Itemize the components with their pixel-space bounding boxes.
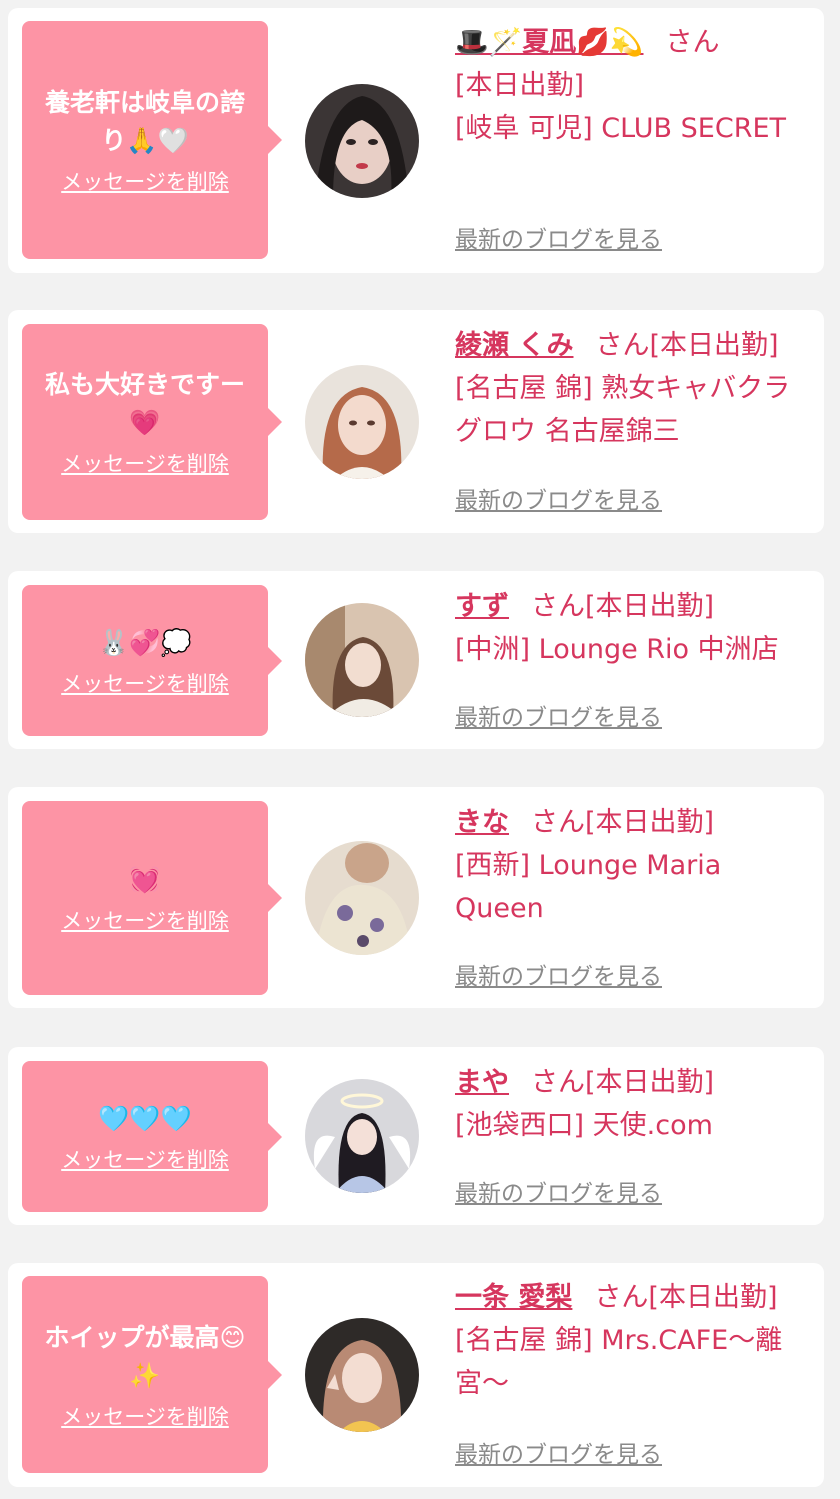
san-suffix: さん <box>665 27 720 58</box>
san-suffix: さん <box>531 1067 585 1098</box>
message-bubble: 🩵🩵🩵 メッセージを削除 <box>22 1061 282 1212</box>
shop-name: [中洲] Lounge Rio 中洲店 <box>455 634 779 665</box>
message-text: ホイップが最高😊✨ <box>44 1322 246 1390</box>
message-list: 養老軒は岐阜の誇り🙏🤍 メッセージを削除 🎩🪄夏凪💋💫 さん [本日出勤] [岐阜… <box>0 0 840 1499</box>
message-card: 💓 メッセージを削除 きな さん[本日出勤] [西新] Lounge Maria … <box>8 787 824 1008</box>
cast-name[interactable]: 🎩🪄夏凪💋💫 <box>455 27 643 58</box>
message-card: ホイップが最高😊✨ メッセージを削除 一条 愛梨 さん[本日出勤] [名古屋 錦]… <box>8 1263 824 1487</box>
cast-name[interactable]: すず <box>455 591 509 622</box>
work-status: [本日出勤] <box>648 1282 778 1313</box>
message-bubble: 養老軒は岐阜の誇り🙏🤍 メッセージを削除 <box>22 21 282 259</box>
shop-name: [西新] Lounge Maria Queen <box>455 850 722 924</box>
message-text: 養老軒は岐阜の誇り🙏🤍 <box>44 88 245 155</box>
san-suffix: さん <box>595 330 650 361</box>
cast-info: 🎩🪄夏凪💋💫 さん [本日出勤] [岐阜 可児] CLUB SECRET <box>455 21 810 150</box>
shop-name: [岐阜 可児] CLUB SECRET <box>455 113 787 144</box>
san-suffix: さん <box>531 807 585 838</box>
cast-info: 綾瀬 くみ さん[本日出勤] [名古屋 錦] 熟女キャバクラグロウ 名古屋錦三 <box>455 324 810 453</box>
shop-name: [名古屋 錦] 熟女キャバクラグロウ 名古屋錦三 <box>455 373 791 447</box>
avatar[interactable] <box>305 84 419 198</box>
work-status: [本日出勤] <box>649 330 779 361</box>
cast-name[interactable]: 綾瀬 くみ <box>455 330 573 361</box>
delete-message-link[interactable]: メッセージを削除 <box>61 668 229 698</box>
shop-name: [池袋西口] 天使.com <box>455 1110 713 1141</box>
message-card: 私も大好きですー💗 メッセージを削除 綾瀬 くみ さん[本日出勤] [名古屋 錦]… <box>8 310 824 533</box>
avatar[interactable] <box>305 1318 419 1432</box>
delete-message-link[interactable]: メッセージを削除 <box>61 166 229 196</box>
work-status: [本日出勤] <box>585 591 715 622</box>
message-text: 💓 <box>129 865 161 894</box>
latest-blog-link[interactable]: 最新のブログを見る <box>455 957 662 991</box>
latest-blog-link[interactable]: 最新のブログを見る <box>455 220 662 254</box>
delete-message-link[interactable]: メッセージを削除 <box>61 1401 229 1431</box>
message-bubble: 🐰💞💭 メッセージを削除 <box>22 585 282 736</box>
message-card: 養老軒は岐阜の誇り🙏🤍 メッセージを削除 🎩🪄夏凪💋💫 さん [本日出勤] [岐阜… <box>8 8 824 273</box>
message-text: 🐰💞💭 <box>98 627 192 657</box>
work-status: [本日出勤] <box>585 807 715 838</box>
avatar[interactable] <box>305 841 419 955</box>
latest-blog-link[interactable]: 最新のブログを見る <box>455 698 662 732</box>
cast-name[interactable]: 一条 愛梨 <box>455 1282 572 1313</box>
work-status: [本日出勤] <box>455 70 585 101</box>
message-card: 🩵🩵🩵 メッセージを削除 まや さん[本日出勤] [池袋西口] 天使.com 最新… <box>8 1047 824 1225</box>
message-text: 🩵🩵🩵 <box>98 1103 192 1133</box>
message-card: 🐰💞💭 メッセージを削除 すず さん[本日出勤] [中洲] Lounge Rio … <box>8 571 824 749</box>
delete-message-link[interactable]: メッセージを削除 <box>61 448 229 478</box>
message-bubble: ホイップが最高😊✨ メッセージを削除 <box>22 1276 282 1473</box>
cast-name[interactable]: まや <box>455 1067 509 1098</box>
delete-message-link[interactable]: メッセージを削除 <box>61 1144 229 1174</box>
cast-info: まや さん[本日出勤] [池袋西口] 天使.com <box>455 1061 810 1147</box>
avatar[interactable] <box>305 603 419 717</box>
cast-name[interactable]: きな <box>455 807 509 838</box>
latest-blog-link[interactable]: 最新のブログを見る <box>455 1174 662 1208</box>
san-suffix: さん <box>531 591 585 622</box>
cast-info: きな さん[本日出勤] [西新] Lounge Maria Queen <box>455 801 810 930</box>
message-bubble: 💓 メッセージを削除 <box>22 801 282 995</box>
latest-blog-link[interactable]: 最新のブログを見る <box>455 481 662 515</box>
cast-info: すず さん[本日出勤] [中洲] Lounge Rio 中洲店 <box>455 585 810 671</box>
work-status: [本日出勤] <box>585 1067 715 1098</box>
delete-message-link[interactable]: メッセージを削除 <box>61 905 229 935</box>
latest-blog-link[interactable]: 最新のブログを見る <box>455 1435 662 1469</box>
message-text: 私も大好きですー💗 <box>44 370 245 437</box>
shop-name: [名古屋 錦] Mrs.CAFE〜離宮〜 <box>455 1325 783 1399</box>
message-bubble: 私も大好きですー💗 メッセージを削除 <box>22 324 282 520</box>
avatar[interactable] <box>305 365 419 479</box>
san-suffix: さん <box>594 1282 649 1313</box>
avatar[interactable] <box>305 1079 419 1193</box>
cast-info: 一条 愛梨 さん[本日出勤] [名古屋 錦] Mrs.CAFE〜離宮〜 <box>455 1276 810 1405</box>
